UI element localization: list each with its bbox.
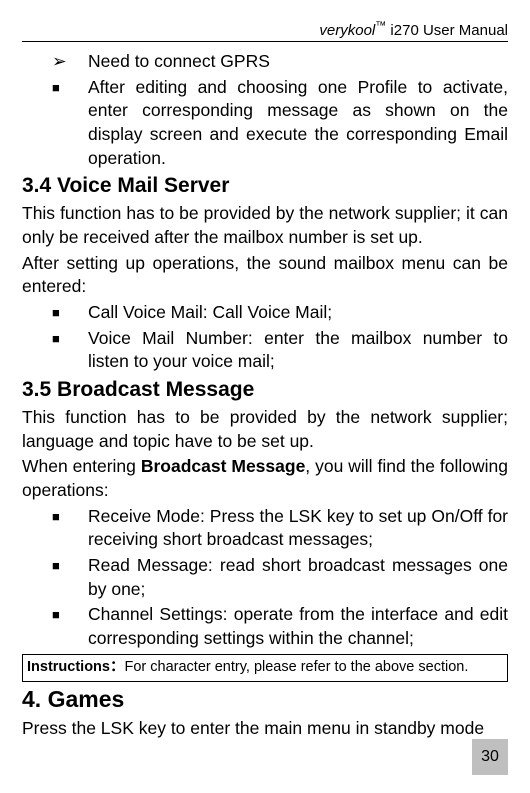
square-icon: ■ [52, 301, 88, 325]
instructions-box: Instructions：For character entry, please… [22, 654, 508, 682]
page-number: 30 [472, 739, 508, 775]
paragraph: Press the LSK key to enter the main menu… [22, 717, 508, 741]
list-item: ■ Receive Mode: Press the LSK key to set… [22, 505, 508, 552]
bullet-text: Read Message: read short broadcast messa… [88, 554, 508, 601]
bullet-text: Call Voice Mail: Call Voice Mail; [88, 301, 508, 325]
list-item: ■ Channel Settings: operate from the int… [22, 603, 508, 650]
paragraph: This function has to be provided by the … [22, 202, 508, 249]
section-heading-35: 3.5 Broadcast Message [22, 376, 508, 404]
model-text: i270 User Manual [386, 22, 508, 39]
text-bold: Broadcast Message [141, 456, 305, 476]
text-pre: When entering [22, 456, 141, 476]
list-item: ■ Read Message: read short broadcast mes… [22, 554, 508, 601]
paragraph: When entering Broadcast Message, you wil… [22, 455, 508, 502]
bullet-text: Voice Mail Number: enter the mailbox num… [88, 327, 508, 374]
list-item: ■ Call Voice Mail: Call Voice Mail; [22, 301, 508, 325]
page-content: ➢ Need to connect GPRS ■ After editing a… [22, 50, 508, 741]
bullet-text: Channel Settings: operate from the inter… [88, 603, 508, 650]
instructions-label: Instructions： [27, 659, 124, 675]
section-heading-4: 4. Games [22, 684, 508, 715]
bullet-text: Receive Mode: Press the LSK key to set u… [88, 505, 508, 552]
square-icon: ■ [52, 76, 88, 171]
page-header: verykool™ i270 User Manual [22, 20, 508, 42]
trademark: ™ [375, 20, 386, 32]
square-icon: ■ [52, 554, 88, 601]
paragraph: This function has to be provided by the … [22, 406, 508, 453]
section-heading-34: 3.4 Voice Mail Server [22, 172, 508, 200]
instructions-text: For character entry, please refer to the… [124, 659, 468, 675]
square-icon: ■ [52, 327, 88, 374]
bullet-text: Need to connect GPRS [88, 50, 508, 74]
list-item: ■ Voice Mail Number: enter the mailbox n… [22, 327, 508, 374]
bullet-text: After editing and choosing one Profile t… [88, 76, 508, 171]
paragraph: After setting up operations, the sound m… [22, 252, 508, 299]
list-item: ■ After editing and choosing one Profile… [22, 76, 508, 171]
square-icon: ■ [52, 603, 88, 650]
square-icon: ■ [52, 505, 88, 552]
list-item: ➢ Need to connect GPRS [22, 50, 508, 74]
arrow-icon: ➢ [52, 50, 88, 74]
page-number-value: 30 [481, 748, 499, 766]
brand-name: verykool [319, 22, 375, 39]
